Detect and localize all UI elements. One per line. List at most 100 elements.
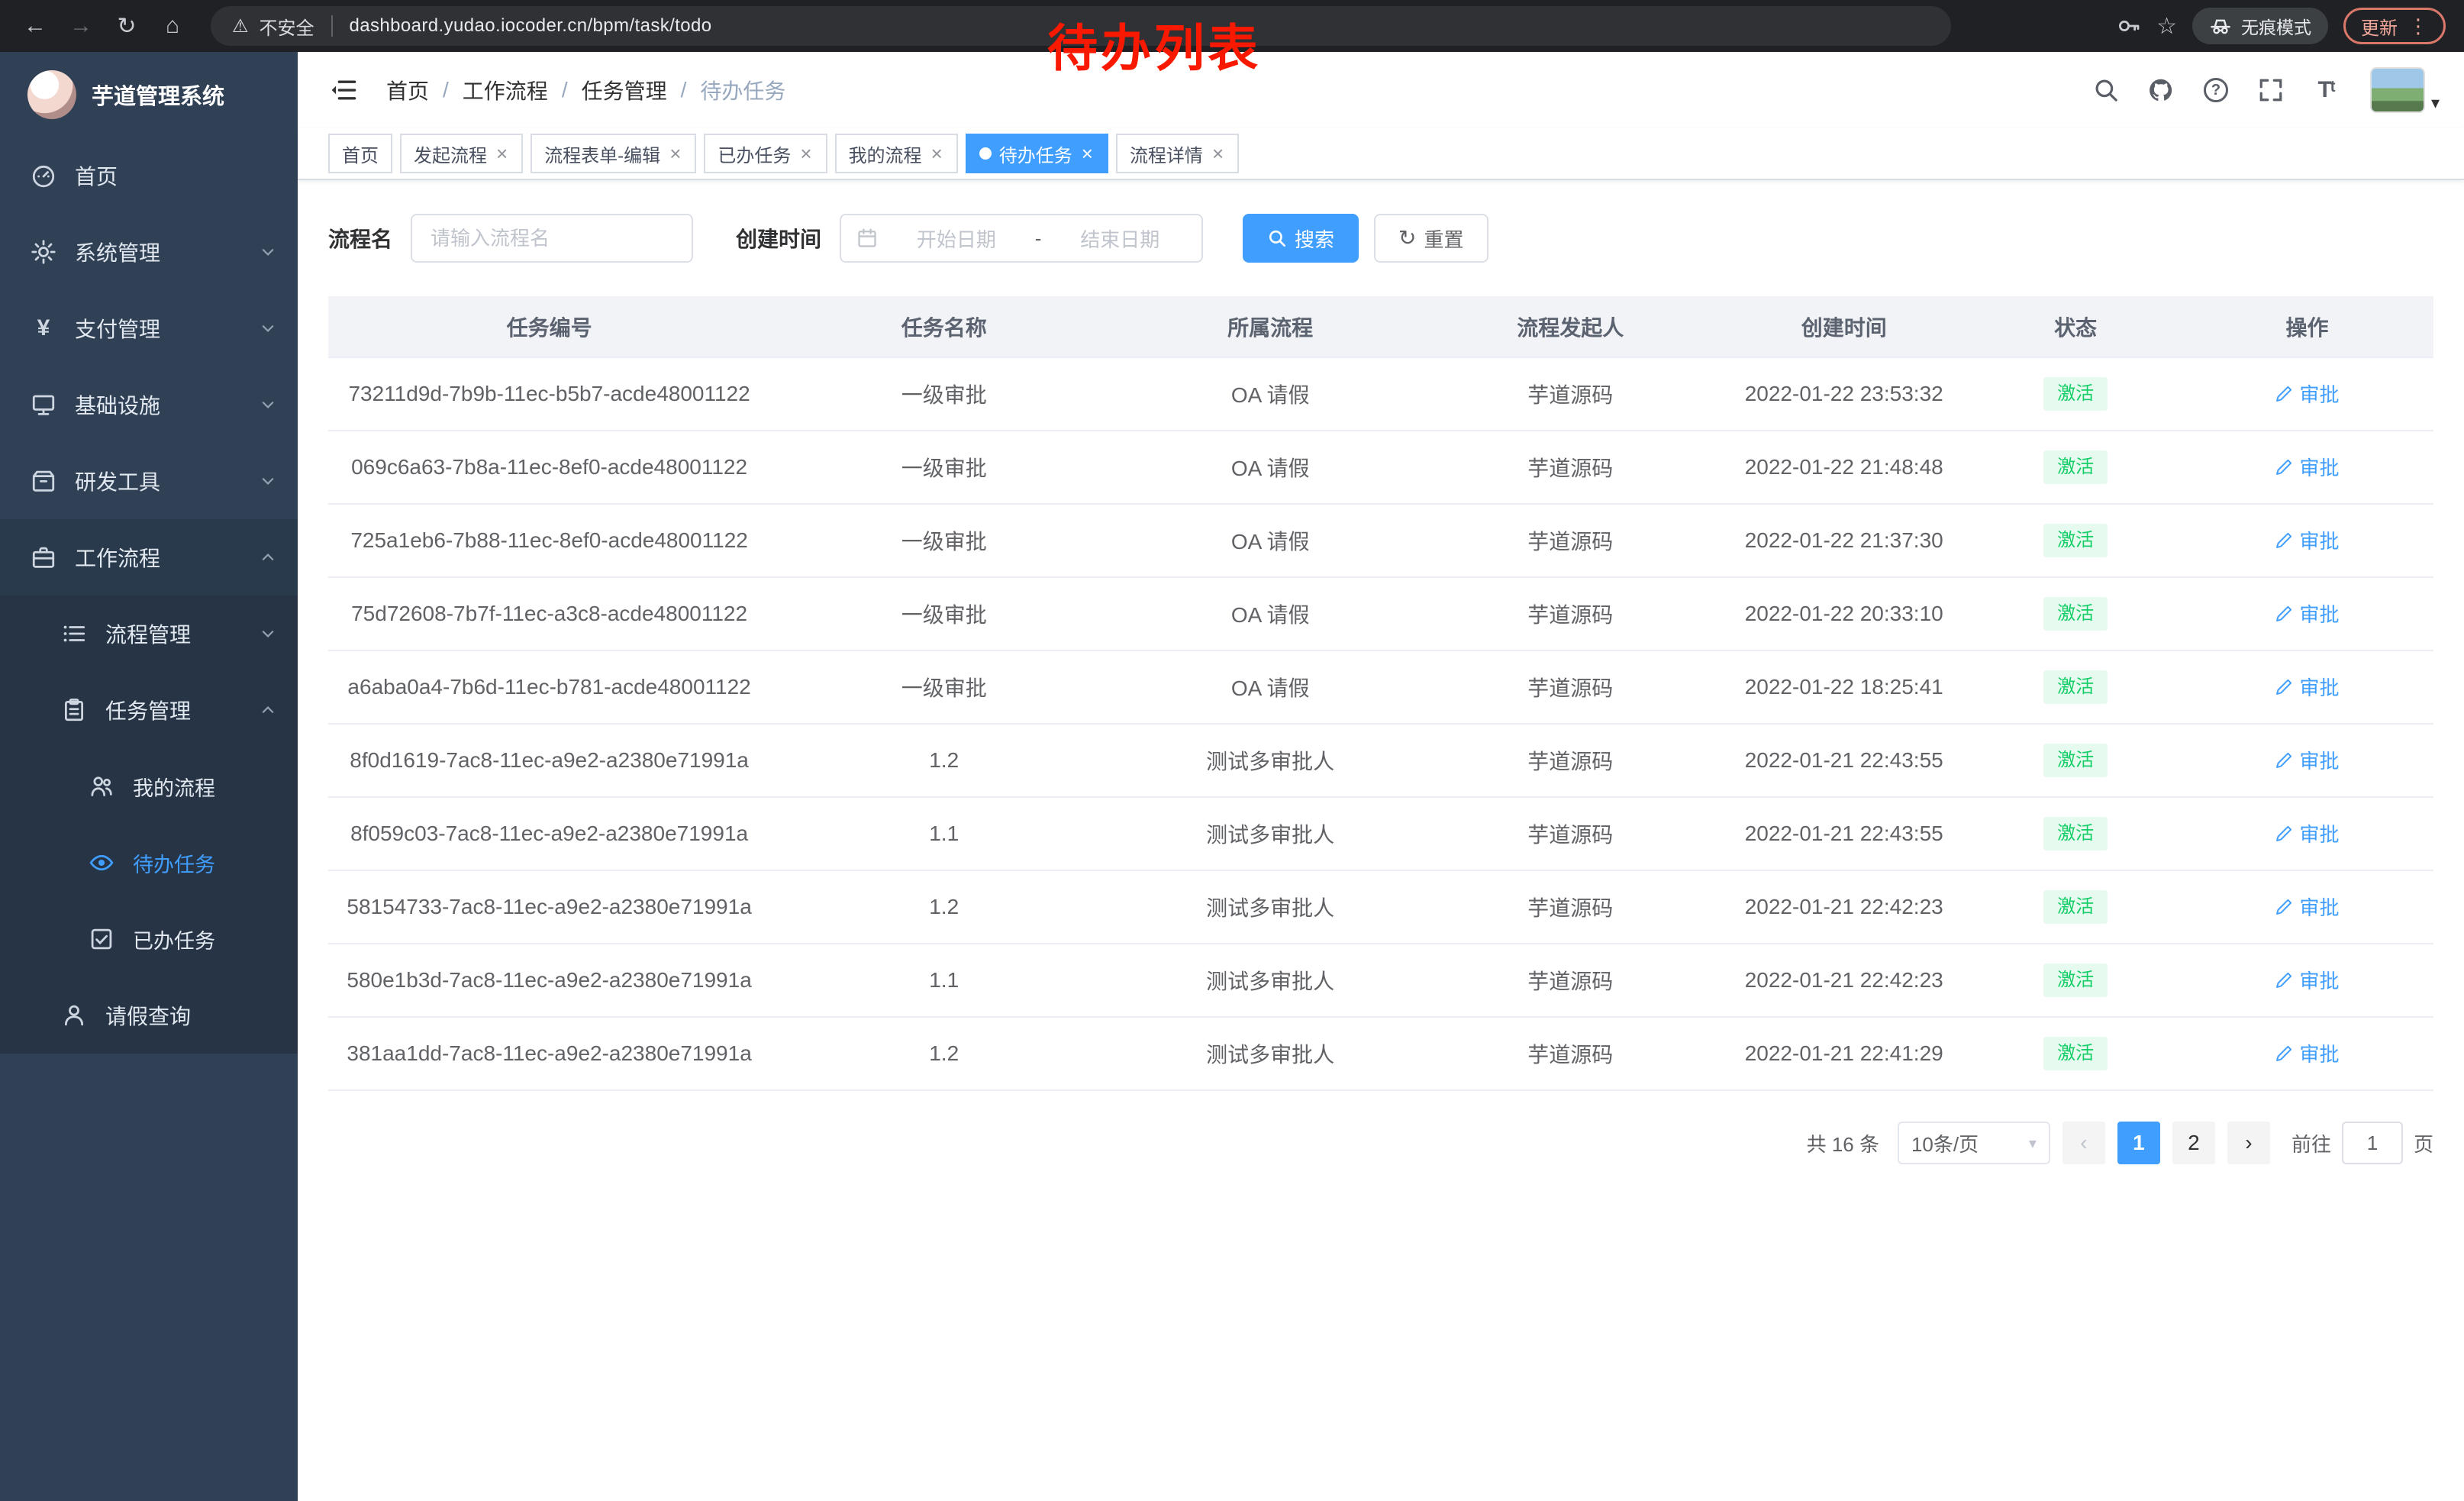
tab-home[interactable]: 首页 <box>328 134 392 173</box>
sidebar-item-home[interactable]: 首页 <box>0 137 298 214</box>
tab-initiate-process[interactable]: 发起流程× <box>400 134 523 173</box>
approve-link[interactable]: 审批 <box>2275 453 2339 481</box>
search-icon[interactable] <box>2083 67 2129 113</box>
chevron-down-icon <box>260 396 276 413</box>
approve-link[interactable]: 审批 <box>2275 526 2339 554</box>
close-icon[interactable]: × <box>668 144 682 163</box>
prev-page-button[interactable]: ‹ <box>2062 1122 2105 1164</box>
approve-link[interactable]: 审批 <box>2275 966 2339 994</box>
status-cell: 激活 <box>1970 724 2181 797</box>
github-icon[interactable] <box>2138 67 2184 113</box>
chevron-down-icon <box>260 244 276 260</box>
sidebar-collapse-icon[interactable] <box>322 69 365 111</box>
sidebar-item-process-management[interactable]: 流程管理 <box>0 596 298 672</box>
sidebar-item-devtools[interactable]: 研发工具 <box>0 443 298 519</box>
next-page-button[interactable]: › <box>2227 1122 2270 1164</box>
page-size-select[interactable]: 10条/页 ▾ <box>1898 1122 2050 1164</box>
tab-process-detail[interactable]: 流程详情× <box>1116 134 1239 173</box>
date-range-picker[interactable]: 开始日期 - 结束日期 <box>840 214 1203 263</box>
user-menu[interactable]: ▾ <box>2370 67 2440 113</box>
breadcrumb-item[interactable]: 工作流程 <box>463 75 548 105</box>
chrome-update-button[interactable]: 更新 ⋮ <box>2343 8 2446 44</box>
process-name-input[interactable] <box>411 214 693 263</box>
table-row: 73211d9d-7b9b-11ec-b5b7-acde48001122 一级审… <box>328 357 2433 431</box>
caret-down-icon: ▾ <box>2029 1134 2037 1153</box>
browser-menu-icon[interactable]: ⋮ <box>2408 15 2428 38</box>
close-icon[interactable]: × <box>1211 144 1225 163</box>
sidebar-item-done-tasks[interactable]: 已办任务 <box>0 901 298 977</box>
sidebar-item-task-management[interactable]: 任务管理 <box>0 672 298 748</box>
home-icon[interactable]: ⌂ <box>153 6 192 46</box>
task-id-cell: 73211d9d-7b9b-11ec-b5b7-acde48001122 <box>328 357 770 431</box>
close-icon[interactable]: × <box>930 144 944 163</box>
close-icon[interactable]: × <box>495 144 509 163</box>
column-status: 状态 <box>1970 296 2181 357</box>
process-cell: OA 请假 <box>1118 504 1423 577</box>
font-size-icon[interactable]: Tᵗ <box>2303 67 2349 113</box>
password-key-icon[interactable] <box>2117 14 2141 38</box>
sidebar-item-workflow[interactable]: 工作流程 <box>0 519 298 596</box>
process-name-label: 流程名 <box>328 223 392 253</box>
clipboard-icon <box>61 697 87 723</box>
sidebar-item-payment[interactable]: ¥ 支付管理 <box>0 290 298 366</box>
approve-link[interactable]: 审批 <box>2275 379 2339 408</box>
status-badge: 激活 <box>2043 597 2108 630</box>
action-cell: 审批 <box>2181 797 2433 870</box>
tab-todo-tasks[interactable]: 待办任务× <box>966 134 1108 173</box>
page-unit-label: 页 <box>2414 1129 2433 1157</box>
incognito-icon <box>2209 15 2232 37</box>
approve-link[interactable]: 审批 <box>2275 1039 2339 1067</box>
breadcrumb-item[interactable]: 任务管理 <box>582 75 667 105</box>
approve-link[interactable]: 审批 <box>2275 893 2339 921</box>
sidebar-menu: 首页 系统管理 ¥ 支付管理 基础设施 <box>0 137 298 1501</box>
page-button-2[interactable]: 2 <box>2172 1122 2215 1164</box>
breadcrumb-item[interactable]: 首页 <box>386 75 429 105</box>
approve-link[interactable]: 审批 <box>2275 673 2339 701</box>
goto-page-input[interactable] <box>2342 1122 2403 1164</box>
sidebar-item-infrastructure[interactable]: 基础设施 <box>0 366 298 443</box>
search-icon <box>1267 228 1287 248</box>
reload-icon[interactable]: ↻ <box>107 6 147 46</box>
close-icon[interactable]: × <box>1080 144 1095 163</box>
reset-button[interactable]: ↻ 重置 <box>1374 214 1488 263</box>
pencil-icon <box>2275 971 2293 989</box>
avatar <box>2370 67 2425 113</box>
sidebar-item-todo-tasks[interactable]: 待办任务 <box>0 825 298 901</box>
tab-done-tasks[interactable]: 已办任务× <box>704 134 827 173</box>
action-cell: 审批 <box>2181 650 2433 724</box>
breadcrumb-item-current: 待办任务 <box>700 75 785 105</box>
task-name-cell: 一级审批 <box>770 431 1118 504</box>
approve-link[interactable]: 审批 <box>2275 599 2339 628</box>
starter-cell: 芋道源码 <box>1423 357 1717 431</box>
search-button[interactable]: 搜索 <box>1243 214 1359 263</box>
sidebar-item-system[interactable]: 系统管理 <box>0 214 298 290</box>
approve-link[interactable]: 审批 <box>2275 819 2339 847</box>
help-icon[interactable]: ? <box>2193 67 2239 113</box>
chevron-down-icon <box>260 625 276 642</box>
sidebar-item-my-processes[interactable]: 我的流程 <box>0 748 298 825</box>
address-bar[interactable]: ⚠ 不安全 dashboard.yudao.iocoder.cn/bpm/tas… <box>211 6 1951 46</box>
page-button-1[interactable]: 1 <box>2117 1122 2160 1164</box>
create-time-cell: 2022-01-22 23:53:32 <box>1717 357 1970 431</box>
fullscreen-icon[interactable] <box>2248 67 2294 113</box>
task-id-cell: 069c6a63-7b8a-11ec-8ef0-acde48001122 <box>328 431 770 504</box>
caret-down-icon: ▾ <box>2431 95 2440 113</box>
app-logo[interactable]: 芋道管理系统 <box>0 52 298 137</box>
tab-form-edit[interactable]: 流程表单-编辑× <box>531 134 696 173</box>
status-cell: 激活 <box>1970 1017 2181 1090</box>
end-date-placeholder: 结束日期 <box>1053 224 1186 253</box>
column-action: 操作 <box>2181 296 2433 357</box>
close-icon[interactable]: × <box>798 144 813 163</box>
main-area: 首页 / 工作流程 / 任务管理 / 待办任务 ? Tᵗ ▾ <box>298 52 2464 1501</box>
status-cell: 激活 <box>1970 797 2181 870</box>
tab-my-processes[interactable]: 我的流程× <box>835 134 958 173</box>
starter-cell: 芋道源码 <box>1423 577 1717 650</box>
task-id-cell: a6aba0a4-7b6d-11ec-b781-acde48001122 <box>328 650 770 724</box>
forward-icon[interactable]: → <box>61 6 101 46</box>
sidebar-item-leave-query[interactable]: 请假查询 <box>0 977 298 1054</box>
back-icon[interactable]: ← <box>15 6 55 46</box>
approve-link[interactable]: 审批 <box>2275 746 2339 774</box>
people-icon <box>89 773 114 799</box>
goto-page: 前往 页 <box>2291 1122 2433 1164</box>
bookmark-star-icon[interactable]: ☆ <box>2156 13 2177 40</box>
